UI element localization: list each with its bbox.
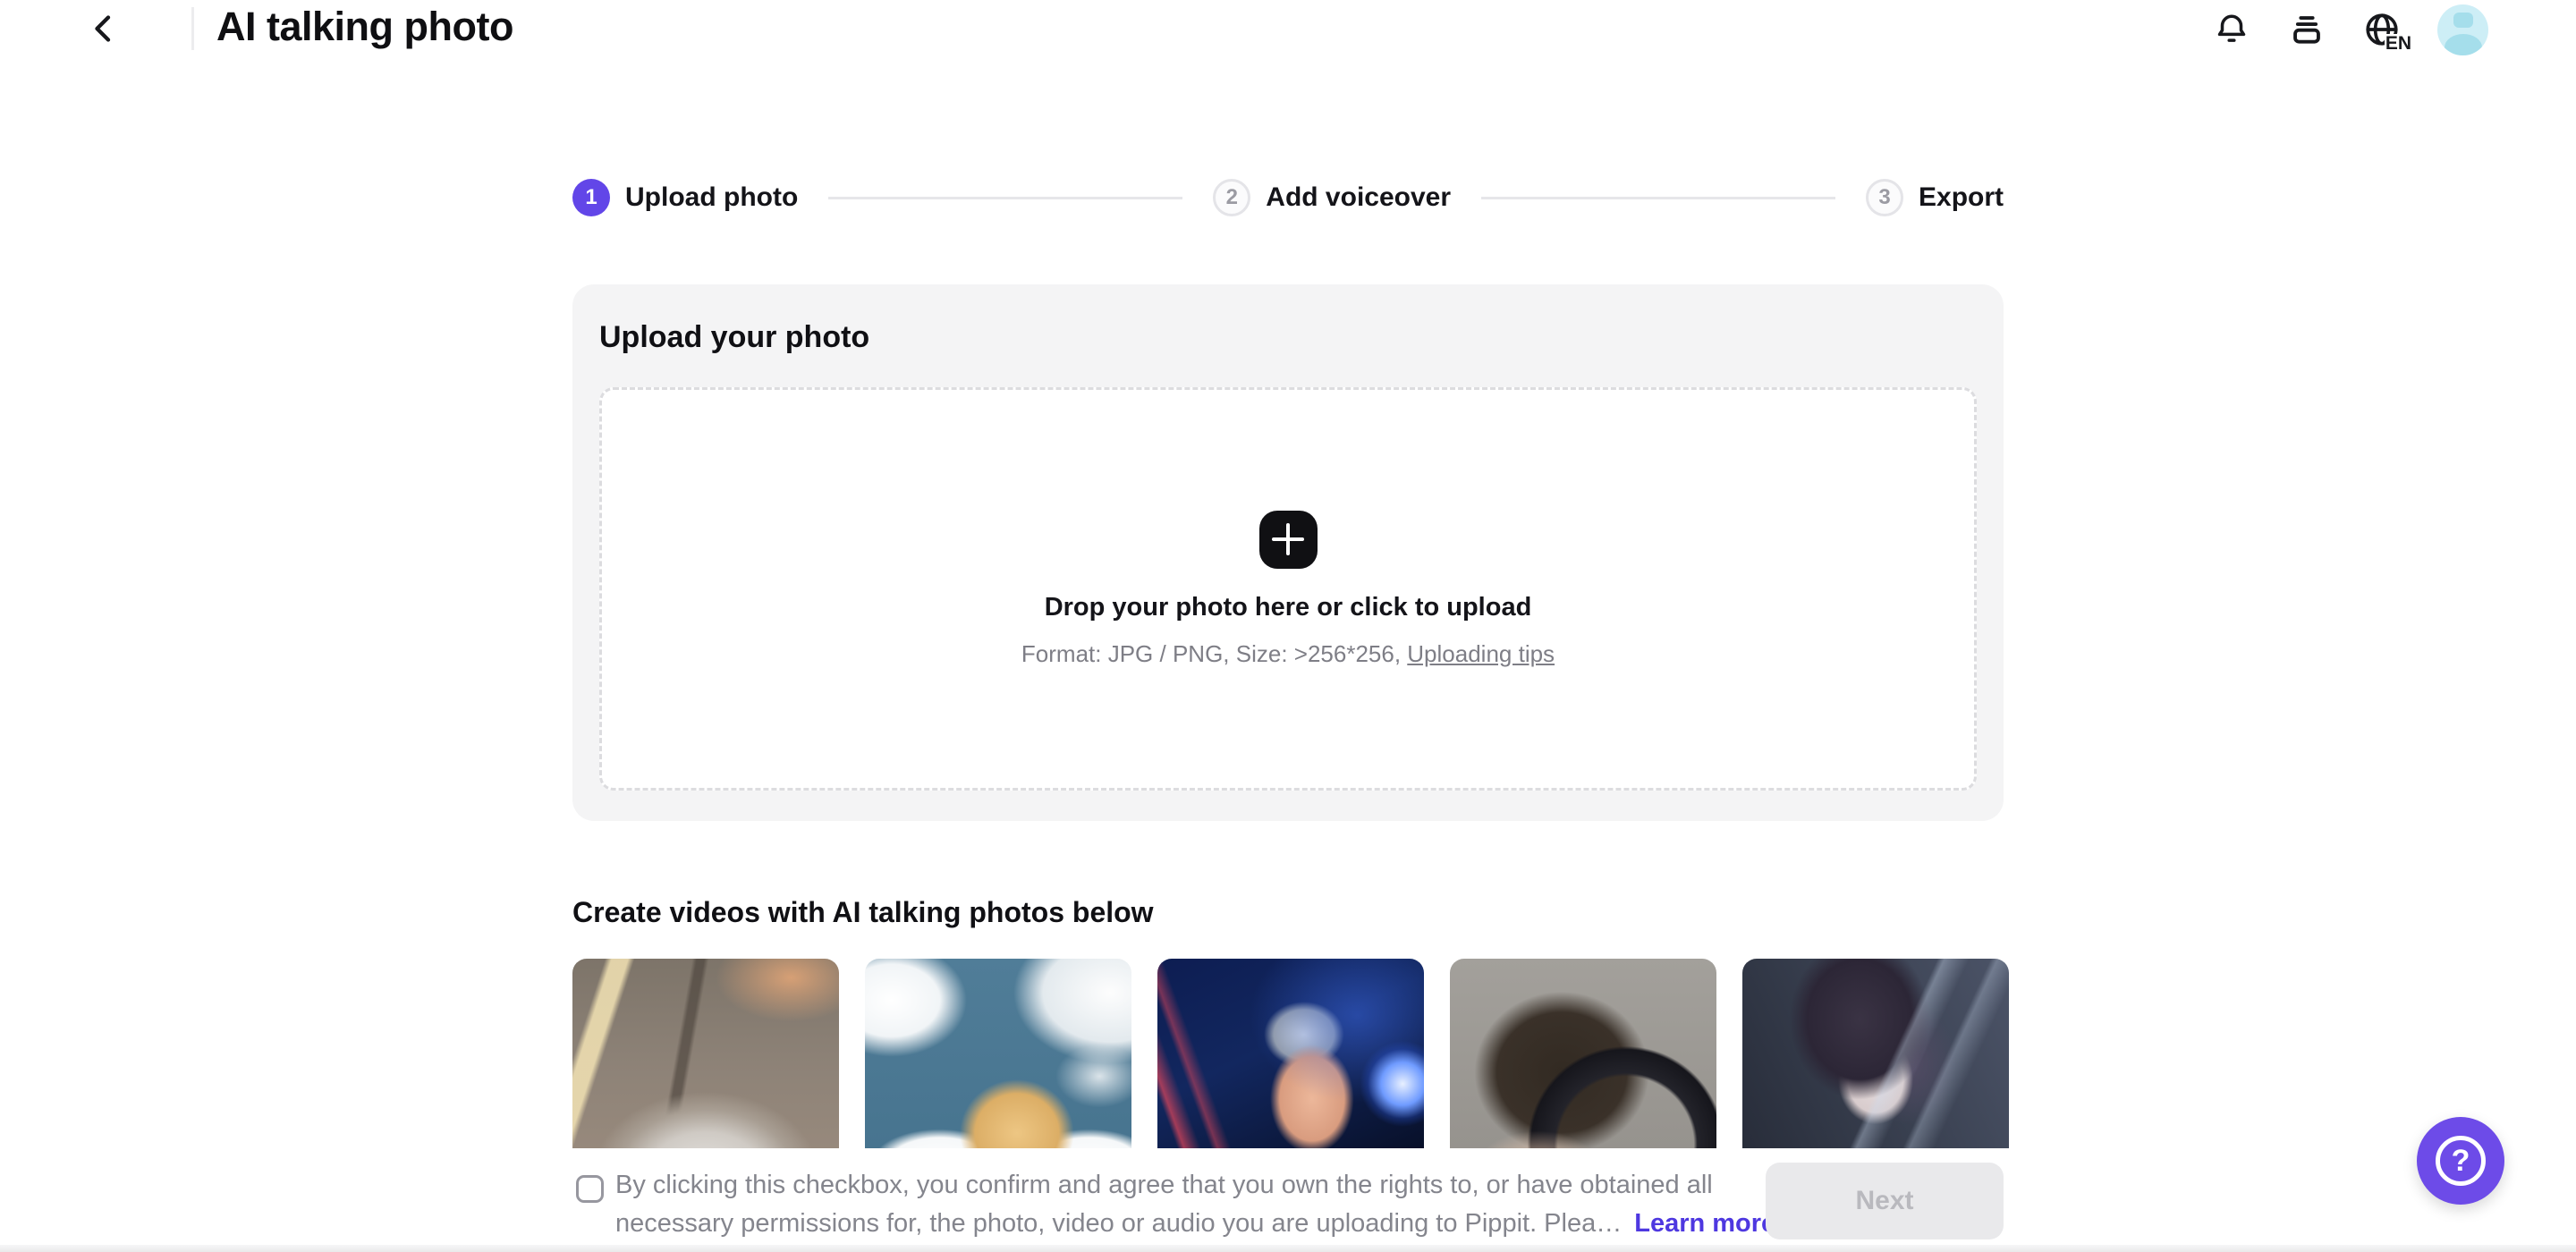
- photo-dropzone[interactable]: Drop your photo here or click to upload …: [599, 387, 1977, 791]
- stepper-connector: [1481, 196, 1835, 199]
- language-label: EN: [2384, 33, 2412, 54]
- question-mark-icon: ?: [2436, 1136, 2486, 1186]
- header-divider: [191, 7, 194, 50]
- step-upload-photo[interactable]: 1 Upload photo: [572, 179, 798, 216]
- ai-talking-photo-page: { "header": { "title": "AI talking photo…: [0, 0, 2576, 1252]
- chevron-left-icon: [95, 15, 111, 42]
- sample-photo-anime-boy[interactable]: [1742, 959, 2009, 1148]
- dropzone-heading: Drop your photo here or click to upload: [1044, 592, 1532, 622]
- top-bar: AI talking photo EN: [0, 0, 2576, 63]
- page-title: AI talking photo: [216, 4, 513, 49]
- sample-photo-woman-airplane[interactable]: [572, 959, 839, 1148]
- step-2-circle: 2: [1213, 179, 1251, 216]
- format-requirements: Format: JPG / PNG, Size: >256*256,: [1021, 639, 1402, 667]
- next-button[interactable]: Next: [1766, 1163, 2004, 1239]
- language-button[interactable]: EN: [2362, 10, 2412, 53]
- bottom-edge-strip: [0, 1245, 2576, 1252]
- stepper-connector: [828, 196, 1183, 199]
- step-1-label: Upload photo: [625, 182, 799, 212]
- samples-section-title: Create videos with AI talking photos bel…: [572, 896, 1154, 928]
- sample-photos-row: [572, 959, 2009, 1148]
- rights-disclaimer: By clicking this checkbox, you confirm a…: [615, 1166, 1775, 1243]
- step-export[interactable]: 3 Export: [1866, 179, 2004, 216]
- upload-card-title: Upload your photo: [599, 320, 870, 354]
- bell-icon: [2217, 14, 2246, 42]
- bottom-action-bar: By clicking this checkbox, you confirm a…: [0, 1154, 2576, 1252]
- step-3-circle: 3: [1866, 179, 1903, 216]
- upload-card: Upload your photo Drop your photo here o…: [572, 284, 2004, 821]
- avatar-head-shape: [2453, 12, 2473, 28]
- help-button[interactable]: ?: [2417, 1117, 2504, 1205]
- step-3-label: Export: [1919, 182, 2004, 212]
- stacked-trays-icon: [2293, 16, 2320, 44]
- step-2-label: Add voiceover: [1266, 182, 1452, 212]
- header-actions: EN: [2212, 0, 2488, 59]
- notifications-button[interactable]: [2212, 10, 2251, 49]
- sample-photo-angel-baby[interactable]: [865, 959, 1131, 1148]
- back-button[interactable]: [82, 7, 125, 50]
- user-avatar[interactable]: [2437, 4, 2488, 55]
- uploading-tips-link[interactable]: Uploading tips: [1407, 640, 1555, 667]
- rights-confirmation-checkbox[interactable]: [576, 1175, 604, 1203]
- disclaimer-line-2-row: necessary permissions for, the photo, vi…: [615, 1205, 1775, 1243]
- tasks-button[interactable]: [2287, 10, 2326, 49]
- step-1-circle: 1: [572, 179, 610, 216]
- step-add-voiceover[interactable]: 2 Add voiceover: [1213, 179, 1451, 216]
- disclaimer-line-2: necessary permissions for, the photo, vi…: [615, 1209, 1623, 1238]
- sample-photo-toddler-headphones[interactable]: [1450, 959, 1716, 1148]
- add-photo-button[interactable]: [1258, 510, 1318, 569]
- disclaimer-line-1: By clicking this checkbox, you confirm a…: [615, 1171, 1713, 1199]
- sample-photo-singer-stage[interactable]: [1157, 959, 1424, 1148]
- avatar-body-shape: [2444, 33, 2482, 55]
- dropzone-hint: Format: JPG / PNG, Size: >256*256, Uploa…: [1021, 640, 1555, 668]
- learn-more-link[interactable]: Learn more: [1634, 1209, 1775, 1238]
